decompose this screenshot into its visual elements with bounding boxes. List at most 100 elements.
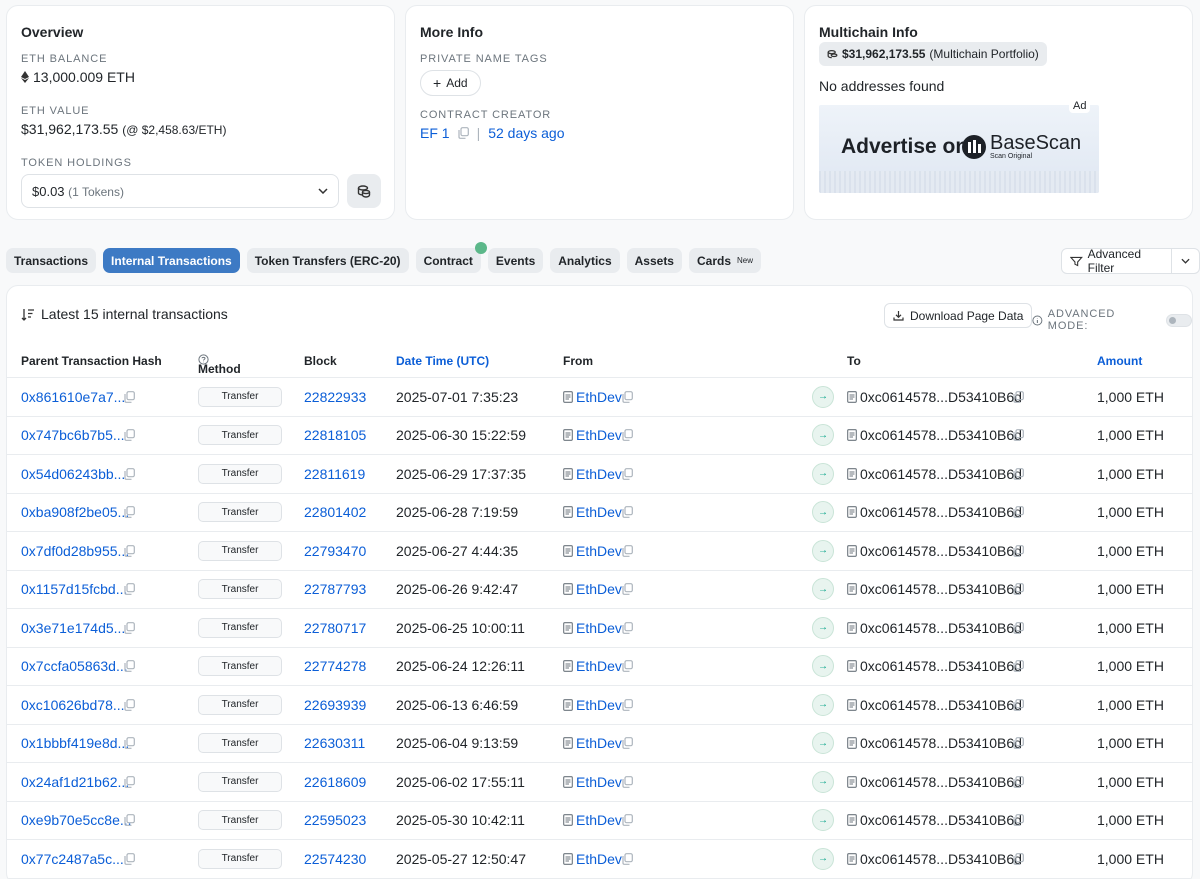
- to-link[interactable]: 0xc0614578...D53410B6d: [860, 658, 1022, 674]
- copy-icon[interactable]: [622, 390, 633, 403]
- copy-icon[interactable]: [124, 621, 135, 634]
- copy-icon[interactable]: [1013, 775, 1024, 788]
- advanced-mode-toggle[interactable]: [1166, 313, 1192, 327]
- block-link[interactable]: 22822933: [304, 389, 366, 405]
- copy-icon[interactable]: [124, 467, 135, 480]
- copy-icon[interactable]: [1013, 737, 1024, 750]
- token-wallet-button[interactable]: [347, 174, 381, 208]
- parent-tx-hash-link[interactable]: 0x7df0d28b955...: [21, 543, 129, 559]
- tab-analytics[interactable]: Analytics: [550, 248, 620, 273]
- copy-icon[interactable]: [1013, 429, 1024, 442]
- to-link[interactable]: 0xc0614578...D53410B6d: [860, 389, 1022, 405]
- copy-icon[interactable]: [1013, 583, 1024, 596]
- from-link[interactable]: EthDev: [576, 543, 622, 559]
- copy-icon[interactable]: [622, 621, 633, 634]
- advanced-filter[interactable]: Advanced Filter: [1061, 247, 1200, 275]
- copy-icon[interactable]: [1013, 621, 1024, 634]
- copy-icon[interactable]: [457, 127, 469, 139]
- copy-icon[interactable]: [622, 737, 633, 750]
- ad-banner[interactable]: Advertise on BaseScan Scan Original: [819, 105, 1099, 193]
- parent-tx-hash-link[interactable]: 0xc10626bd78...: [21, 697, 125, 713]
- tab-cards[interactable]: Cards New: [688, 248, 762, 273]
- copy-icon[interactable]: [124, 429, 135, 442]
- from-link[interactable]: EthDev: [576, 735, 622, 751]
- block-link[interactable]: 22774278: [304, 658, 366, 674]
- copy-icon[interactable]: [622, 660, 633, 673]
- creation-tx-link[interactable]: 52 days ago: [488, 125, 564, 141]
- to-link[interactable]: 0xc0614578...D53410B6d: [860, 774, 1022, 790]
- header-date[interactable]: Date Time (UTC): [396, 354, 489, 368]
- to-link[interactable]: 0xc0614578...D53410B6d: [860, 543, 1022, 559]
- from-link[interactable]: EthDev: [576, 620, 622, 636]
- copy-icon[interactable]: [124, 583, 135, 596]
- from-link[interactable]: EthDev: [576, 427, 622, 443]
- parent-tx-hash-link[interactable]: 0x1bbbf419e8d...: [21, 735, 129, 751]
- tab-transactions[interactable]: Transactions: [6, 248, 97, 273]
- add-tag-button[interactable]: + Add: [420, 70, 481, 96]
- copy-icon[interactable]: [622, 775, 633, 788]
- parent-tx-hash-link[interactable]: 0x24af1d21b62...: [21, 774, 129, 790]
- block-link[interactable]: 22630311: [304, 735, 365, 751]
- copy-icon[interactable]: [124, 852, 135, 865]
- copy-icon[interactable]: [622, 429, 633, 442]
- copy-icon[interactable]: [622, 544, 633, 557]
- copy-icon[interactable]: [622, 698, 633, 711]
- tab-events[interactable]: Events: [487, 248, 544, 273]
- from-link[interactable]: EthDev: [576, 851, 622, 867]
- from-link[interactable]: EthDev: [576, 697, 622, 713]
- block-link[interactable]: 22693939: [304, 697, 366, 713]
- parent-tx-hash-link[interactable]: 0x77c2487a5c...: [21, 851, 124, 867]
- to-link[interactable]: 0xc0614578...D53410B6d: [860, 427, 1022, 443]
- download-page-data-button[interactable]: Download Page Data: [884, 303, 1033, 328]
- copy-icon[interactable]: [1013, 506, 1024, 519]
- copy-icon[interactable]: [622, 506, 633, 519]
- to-link[interactable]: 0xc0614578...D53410B6d: [860, 620, 1022, 636]
- block-link[interactable]: 22574230: [304, 851, 366, 867]
- block-link[interactable]: 22811619: [304, 466, 365, 482]
- block-link[interactable]: 22595023: [304, 812, 366, 828]
- parent-tx-hash-link[interactable]: 0x3e71e174d5...: [21, 620, 125, 636]
- block-link[interactable]: 22787793: [304, 581, 366, 597]
- tab-token-transfers[interactable]: Token Transfers (ERC-20): [246, 248, 409, 273]
- from-link[interactable]: EthDev: [576, 581, 622, 597]
- from-link[interactable]: EthDev: [576, 658, 622, 674]
- block-link[interactable]: 22618609: [304, 774, 366, 790]
- copy-icon[interactable]: [124, 698, 135, 711]
- from-link[interactable]: EthDev: [576, 774, 622, 790]
- to-link[interactable]: 0xc0614578...D53410B6d: [860, 697, 1022, 713]
- copy-icon[interactable]: [124, 737, 135, 750]
- header-amount[interactable]: Amount: [1097, 354, 1142, 368]
- from-link[interactable]: EthDev: [576, 812, 622, 828]
- to-link[interactable]: 0xc0614578...D53410B6d: [860, 466, 1022, 482]
- to-link[interactable]: 0xc0614578...D53410B6d: [860, 812, 1022, 828]
- copy-icon[interactable]: [124, 775, 135, 788]
- parent-tx-hash-link[interactable]: 0x54d06243bb...: [21, 466, 125, 482]
- to-link[interactable]: 0xc0614578...D53410B6d: [860, 851, 1022, 867]
- copy-icon[interactable]: [622, 814, 633, 827]
- copy-icon[interactable]: [1013, 814, 1024, 827]
- parent-tx-hash-link[interactable]: 0x747bc6b7b5...: [21, 427, 125, 443]
- copy-icon[interactable]: [622, 467, 633, 480]
- copy-icon[interactable]: [1013, 467, 1024, 480]
- parent-tx-hash-link[interactable]: 0x861610e7a7...: [21, 389, 125, 405]
- parent-tx-hash-link[interactable]: 0xba908f2be05...: [21, 504, 129, 520]
- copy-icon[interactable]: [1013, 852, 1024, 865]
- tab-internal-transactions[interactable]: Internal Transactions: [103, 248, 240, 273]
- to-link[interactable]: 0xc0614578...D53410B6d: [860, 504, 1022, 520]
- block-link[interactable]: 22801402: [304, 504, 366, 520]
- copy-icon[interactable]: [124, 814, 135, 827]
- from-link[interactable]: EthDev: [576, 389, 622, 405]
- creator-link[interactable]: EF 1: [420, 125, 450, 141]
- copy-icon[interactable]: [1013, 544, 1024, 557]
- copy-icon[interactable]: [124, 390, 135, 403]
- copy-icon[interactable]: [1013, 698, 1024, 711]
- multichain-portfolio-badge[interactable]: $31,962,173.55 (Multichain Portfolio): [819, 42, 1047, 66]
- copy-icon[interactable]: [1013, 390, 1024, 403]
- parent-tx-hash-link[interactable]: 0x7ccfa05863d...: [21, 658, 128, 674]
- copy-icon[interactable]: [1013, 660, 1024, 673]
- from-link[interactable]: EthDev: [576, 466, 622, 482]
- block-link[interactable]: 22818105: [304, 427, 366, 443]
- token-holdings-select[interactable]: $0.03 (1 Tokens): [21, 174, 339, 208]
- tab-contract[interactable]: Contract: [415, 242, 487, 273]
- to-link[interactable]: 0xc0614578...D53410B6d: [860, 581, 1022, 597]
